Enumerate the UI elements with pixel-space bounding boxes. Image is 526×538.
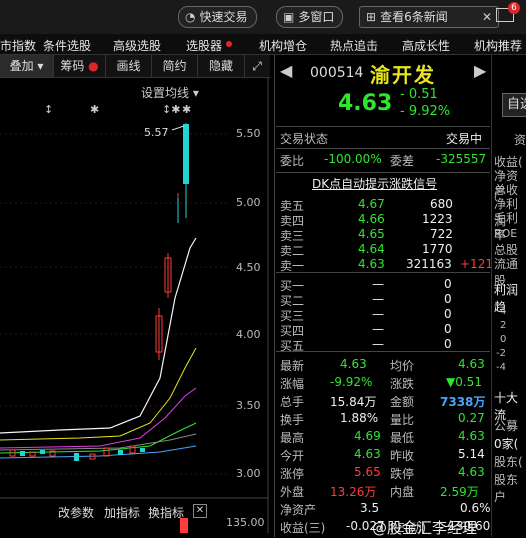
stat-row: 最高 4.69 最低 4.63	[280, 429, 485, 445]
divider	[276, 272, 490, 273]
divider	[276, 172, 490, 173]
quick-trade-button[interactable]: ◔ 快速交易	[178, 6, 257, 28]
stat-row: 总手 15.84万 金额 7338万	[280, 395, 486, 409]
tab-add-indicator[interactable]: 加指标	[104, 504, 140, 521]
svg-text:↕✱: ↕✱	[162, 103, 180, 116]
draw-line-button[interactable]: 画线	[106, 55, 152, 77]
svg-text:✱: ✱	[90, 103, 99, 116]
side-label: 利润趋	[494, 283, 519, 314]
expand-icon[interactable]: ⤢	[245, 55, 269, 77]
stat-row: 换手 1.88% 量比 0.27	[280, 411, 485, 427]
trade-status-label: 交易状态	[280, 132, 329, 146]
signal-link[interactable]: DK点自动提示涨跌信号	[312, 175, 437, 192]
f10-side-panel: 自选 资 收益( 净资产 总收 净利润 毛利率 ROE 总股 流通股 利润趋 4…	[491, 55, 526, 537]
price-tick: 5.00	[236, 196, 261, 209]
menu-item[interactable]: 市指数	[0, 37, 36, 54]
trade-status: 交易中	[446, 132, 483, 146]
divider	[274, 55, 275, 537]
volume-tick: 135.00	[226, 516, 265, 529]
price-tick: 4.00	[236, 328, 261, 341]
price-tick: 3.00	[236, 467, 261, 480]
ask-row-5: 卖五 4.67 680	[280, 197, 453, 213]
divider	[276, 148, 490, 149]
ask-row-4: 卖四 4.66 1223	[280, 212, 453, 228]
grid-icon: ⊞	[366, 10, 377, 24]
close-icon[interactable]: ✕	[193, 504, 207, 518]
menu-item[interactable]: 高成长性	[402, 37, 450, 54]
mini-tick: -4	[496, 362, 506, 373]
divider	[276, 351, 490, 352]
tab-switch-indicator[interactable]: 换指标	[148, 504, 184, 521]
mini-tick: 0	[500, 334, 507, 345]
chart-svg: ↕ ✱ ↕✱ ✱ 5.57	[0, 78, 269, 533]
multi-window-button[interactable]: ▣ 多窗口	[276, 6, 344, 28]
side-label: 股东(	[494, 455, 523, 469]
bid-row-5: 买五 — 0	[280, 337, 452, 353]
menu-item[interactable]: 热点追击	[330, 37, 378, 54]
notify-dot	[226, 41, 232, 47]
kline-chart[interactable]: 设置均线 ▾ ↕ ✱ ↕✱ ✱ 5.57 5.50 5.00 4.50 4.00…	[0, 78, 270, 533]
menu-item[interactable]: 机构增仓	[259, 37, 307, 54]
weicha-value: -325557	[436, 152, 487, 166]
quote-panel: ◀ 000514 渝开发 ▶ 4.63 - 0.51 - 9.92% 交易状态 …	[276, 55, 493, 537]
side-label: 股东户	[494, 473, 519, 504]
mini-tick: 2	[500, 320, 507, 331]
menu-item[interactable]: 高级选股	[113, 37, 161, 54]
clock-icon: ◔	[185, 10, 196, 24]
side-label: 0家(	[494, 437, 519, 451]
mini-tick: 4	[500, 306, 507, 317]
next-stock-icon[interactable]: ▶	[474, 61, 486, 80]
close-icon[interactable]: ✕	[482, 7, 492, 27]
top-bar: ◔ 快速交易 ▣ 多窗口 ⊞ 查看6条新闻 ✕ 6	[0, 0, 526, 34]
stat-row: 涨停 5.65 跌停 4.63	[280, 465, 485, 481]
overlay-button[interactable]: 叠加 ▾	[0, 55, 54, 77]
stat-row: 最新 4.63 均价 4.63	[280, 357, 485, 373]
stat-row: 净资产 3.5 0.6%	[280, 501, 491, 517]
menu-item[interactable]: 选股器	[186, 37, 222, 54]
tab-edit-params[interactable]: 改参数	[58, 504, 94, 521]
high-label: 5.57	[144, 126, 169, 139]
menu-item[interactable]: 机构推荐	[474, 37, 522, 54]
stat-row: 今开 4.63 昨收 5.14	[280, 447, 485, 463]
bid-row-4: 买四 — 0	[280, 322, 452, 338]
menu-bar: 市指数 条件选股 高级选股 选股器 机构增仓 热点追击 高成长性 机构推荐	[0, 34, 526, 55]
last-price: 4.63	[338, 91, 393, 116]
chips-button[interactable]: 筹码 ●	[54, 55, 106, 77]
weicha-label: 委差	[390, 154, 415, 168]
ask-row-3: 卖三 4.65 722	[280, 227, 453, 243]
bid-row-3: 买三 — 0	[280, 307, 452, 323]
bid-row-2: 买二 — 0	[280, 292, 452, 308]
mini-tick: -2	[496, 348, 506, 359]
window-icon: ▣	[283, 10, 295, 24]
price-tick: 5.50	[236, 127, 261, 140]
stock-code: 000514	[310, 65, 364, 81]
price-change-pct: - 9.92%	[400, 104, 451, 119]
news-button[interactable]: ⊞ 查看6条新闻 ✕	[359, 6, 499, 28]
hide-button[interactable]: 隐藏	[198, 55, 245, 77]
svg-text:✱: ✱	[182, 103, 191, 116]
side-label: 资	[514, 133, 526, 147]
mail-badge: 6	[508, 2, 520, 14]
bid-row-1: 买一 — 0	[280, 277, 452, 293]
side-label: 公募	[494, 419, 519, 433]
weibi-value: -100.00%	[324, 152, 382, 166]
ask-row-1: 卖一 4.63 321163 +121	[280, 257, 493, 273]
divider	[276, 126, 490, 127]
stat-row: 涨幅 -9.92% 涨跌 ▼0.51	[280, 375, 482, 391]
weibi-label: 委比	[280, 154, 305, 168]
svg-text:↕: ↕	[44, 103, 53, 116]
stock-name: 渝开发	[370, 63, 436, 87]
menu-item[interactable]: 条件选股	[43, 37, 91, 54]
price-change: - 0.51	[400, 87, 438, 102]
chart-toolbar: 叠加 ▾ 筹码 ● 画线 简约 隐藏 ⤢	[0, 55, 270, 78]
prev-stock-icon[interactable]: ◀	[280, 61, 292, 80]
side-label: ROE	[494, 227, 518, 240]
ask-row-2: 卖二 4.64 1770	[280, 242, 453, 258]
simple-button[interactable]: 简约	[152, 55, 198, 77]
stat-row: 外盘 13.26万 内盘 2.59万	[280, 485, 479, 499]
price-tick: 3.50	[236, 399, 261, 412]
price-tick: 4.50	[236, 261, 261, 274]
watermark: @股金汇李经理	[372, 519, 478, 537]
add-watchlist-button[interactable]: 自选	[502, 93, 526, 117]
